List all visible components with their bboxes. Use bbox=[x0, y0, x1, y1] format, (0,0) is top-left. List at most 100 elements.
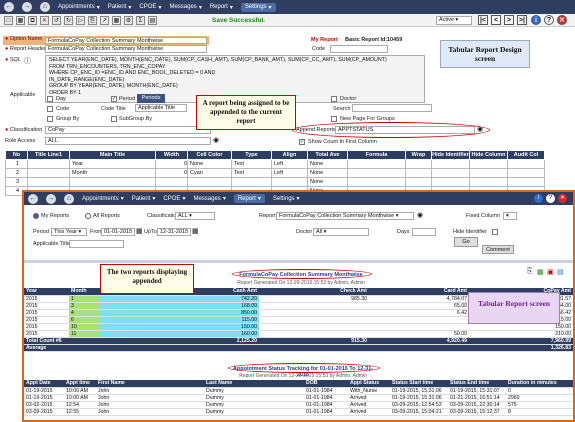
all-reports-radio[interactable] bbox=[85, 213, 91, 219]
table-row[interactable]: 3 None bbox=[5, 177, 545, 187]
grid-cell[interactable] bbox=[469, 168, 508, 178]
print-icon[interactable]: ⎘ bbox=[527, 268, 533, 276]
grid-cell[interactable]: None bbox=[307, 177, 348, 187]
print-icon[interactable]: ⎘ bbox=[88, 15, 97, 25]
menu-cpoe[interactable]: CPOE ▾ bbox=[139, 4, 161, 11]
classification-input[interactable]: CoPay bbox=[45, 126, 211, 134]
info-icon[interactable]: i bbox=[531, 15, 541, 25]
home-icon[interactable]: ⌂ bbox=[64, 193, 74, 204]
days-input[interactable] bbox=[412, 228, 436, 236]
help-icon[interactable]: ? bbox=[544, 15, 554, 25]
classification-select[interactable]: ALL ▾ bbox=[175, 212, 215, 220]
grid-cell[interactable] bbox=[347, 177, 406, 187]
period-select[interactable]: This Year ▾ bbox=[51, 228, 87, 236]
sql-icon[interactable]: Σ bbox=[136, 15, 145, 25]
grid-cell[interactable] bbox=[405, 159, 432, 169]
new-icon[interactable]: □ bbox=[4, 15, 13, 25]
show-count-checkbox[interactable]: ✓ bbox=[299, 139, 305, 145]
report-header-input[interactable]: FormulaCoPay Collection Summary Monthwis… bbox=[45, 45, 207, 53]
menu-patient[interactable]: Patient ▾ bbox=[108, 4, 132, 11]
grid-cell[interactable]: 0 bbox=[155, 159, 188, 169]
option-name-input[interactable]: FormulaCoPay Collection Summary Monthwis… bbox=[45, 37, 207, 44]
grid-cell[interactable]: 0 bbox=[155, 168, 188, 178]
table-row[interactable]: 03-02-2015 12:54 John Dummy 01-01-1984 A… bbox=[24, 401, 573, 409]
table-row[interactable]: 1 Year 0 None Text Left None bbox=[5, 159, 545, 169]
doctor-select[interactable]: All ▾ bbox=[313, 228, 369, 236]
code-title-input[interactable]: Applicable Title bbox=[135, 104, 187, 112]
grid-cell[interactable] bbox=[187, 177, 232, 187]
menu-cpoe[interactable]: CPOE ▾ bbox=[163, 195, 185, 203]
menu-report[interactable]: Report ▾ bbox=[210, 4, 233, 11]
doctor-checkbox[interactable] bbox=[331, 96, 337, 102]
grid-cell[interactable]: Month bbox=[69, 168, 156, 178]
forward-icon[interactable]: → bbox=[22, 2, 32, 12]
save-icon[interactable]: ▦ bbox=[16, 15, 25, 25]
next-icon[interactable]: > bbox=[504, 15, 514, 25]
grid-cell[interactable] bbox=[231, 177, 272, 187]
forward-icon[interactable]: → bbox=[46, 193, 56, 204]
grid-cell[interactable] bbox=[271, 177, 308, 187]
subgroup-by-checkbox[interactable] bbox=[111, 116, 117, 122]
grid-cell[interactable] bbox=[469, 159, 508, 169]
copy-icon[interactable]: ⧉ bbox=[28, 15, 37, 25]
prev-icon[interactable]: < bbox=[491, 15, 501, 25]
grid-cell[interactable] bbox=[347, 159, 406, 169]
periods-button[interactable]: Periods bbox=[137, 94, 165, 103]
upto-date-input[interactable]: 12-31-2015 bbox=[157, 228, 191, 236]
pdf-icon[interactable]: ▣ bbox=[547, 268, 554, 276]
table-row[interactable]: 01-19-2015 10:00 AM John Dummy 01-01-198… bbox=[24, 387, 573, 395]
menu-settings[interactable]: Settings ▾ bbox=[240, 2, 276, 12]
grid-cell[interactable] bbox=[27, 159, 70, 169]
period-checkbox[interactable]: ✓ bbox=[111, 96, 117, 102]
fixed-column-select[interactable]: ▾ bbox=[503, 212, 517, 220]
back-icon[interactable]: ← bbox=[4, 2, 14, 12]
table-row[interactable]: 2 Month 0 Cyan Text Left None bbox=[5, 168, 545, 178]
report-select[interactable]: FormulaCoPay Collection Summary Monthwis… bbox=[276, 212, 414, 220]
grid-cell[interactable]: None bbox=[307, 159, 348, 169]
calendar-icon[interactable]: ▦ bbox=[136, 227, 143, 235]
my-reports-radio[interactable] bbox=[33, 213, 39, 219]
hide-identifier-checkbox[interactable] bbox=[492, 229, 498, 235]
back-icon[interactable]: ← bbox=[28, 193, 38, 204]
chart-icon[interactable]: ▤ bbox=[148, 15, 157, 25]
grid-cell[interactable]: Left bbox=[271, 159, 308, 169]
chart-icon[interactable]: ▤ bbox=[557, 268, 564, 276]
table-row[interactable]: 2015 11 160.00 50.00 210.00 bbox=[24, 330, 573, 338]
grid-cell[interactable] bbox=[347, 168, 406, 178]
grid-cell[interactable]: None bbox=[187, 159, 232, 169]
table-row[interactable]: 01-19-2015 10:00 AM John Dummy 01-01-198… bbox=[24, 394, 573, 402]
menu-patient[interactable]: Patient ▾ bbox=[132, 195, 156, 203]
last-icon[interactable]: >| bbox=[517, 15, 527, 25]
grid-cell[interactable]: Year bbox=[69, 159, 156, 169]
menu-settings[interactable]: Settings ▾ bbox=[273, 195, 300, 203]
group-by-checkbox[interactable] bbox=[47, 116, 53, 122]
grid-cell[interactable] bbox=[507, 177, 545, 187]
grid-cell[interactable]: Text bbox=[231, 159, 272, 169]
grid-cell[interactable]: Text bbox=[231, 168, 272, 178]
grid-cell[interactable] bbox=[27, 177, 70, 187]
binoculars-icon[interactable]: ◉ bbox=[417, 211, 423, 219]
grid-cell[interactable] bbox=[405, 177, 432, 187]
export-icon[interactable]: ↗ bbox=[100, 15, 109, 25]
menu-messages[interactable]: Messages ▾ bbox=[193, 195, 225, 203]
grid-cell[interactable] bbox=[431, 177, 470, 187]
grid-cell[interactable] bbox=[405, 168, 432, 178]
calendar-icon[interactable]: ▦ bbox=[192, 227, 199, 235]
grid-cell[interactable] bbox=[469, 177, 508, 187]
close-icon[interactable]: ✕ bbox=[557, 15, 567, 25]
day-checkbox[interactable] bbox=[47, 96, 53, 102]
refresh-icon[interactable]: ↻ bbox=[64, 15, 73, 25]
grid-cell[interactable] bbox=[431, 159, 470, 169]
applicable-title-input[interactable] bbox=[69, 240, 124, 248]
menu-messages[interactable]: Messages ▾ bbox=[169, 4, 201, 11]
grid-cell[interactable] bbox=[431, 168, 470, 178]
close-icon[interactable]: ✕ bbox=[558, 194, 567, 203]
help-icon[interactable]: ? bbox=[546, 194, 555, 203]
code-checkbox[interactable] bbox=[47, 106, 53, 112]
menu-report[interactable]: Report ▾ bbox=[233, 194, 265, 203]
code-input[interactable] bbox=[330, 45, 388, 53]
grid-cell[interactable]: Left bbox=[271, 168, 308, 178]
settings-icon[interactable]: ⚙ bbox=[124, 15, 133, 25]
grid-icon[interactable]: ▦ bbox=[112, 15, 121, 25]
comment-button[interactable]: Comment bbox=[482, 245, 514, 254]
